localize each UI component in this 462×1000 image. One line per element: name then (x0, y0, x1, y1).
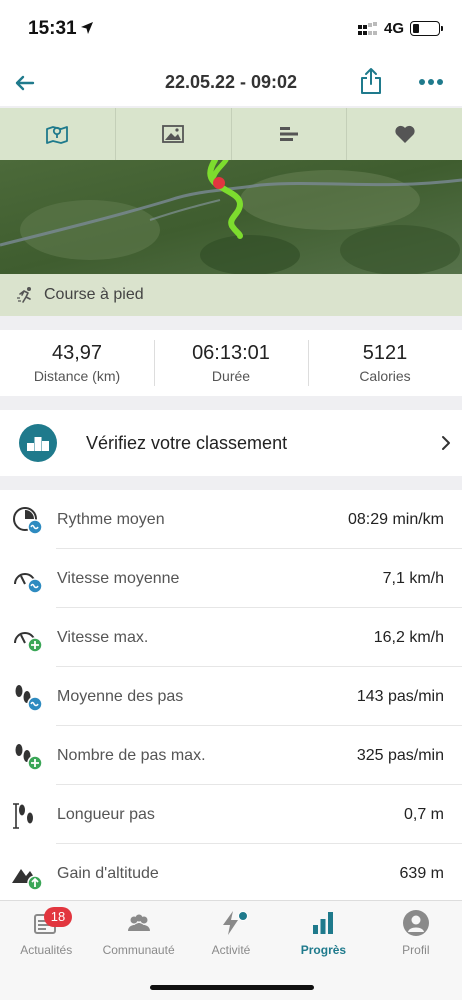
activity-type-bar: Course à pied (0, 274, 462, 316)
metric-row: Moyenne des pas 143 pas/min (0, 667, 462, 726)
lightning-icon (223, 911, 239, 935)
news-badge: 18 (44, 907, 72, 927)
ranking-label: Vérifiez votre classement (86, 433, 288, 453)
profile-icon (402, 910, 429, 936)
metric-row: Longueur pas 0,7 m (0, 785, 462, 844)
progress-bars-icon (313, 912, 334, 934)
metric-row: Rythme moyen 08:29 min/km (0, 490, 462, 549)
heart-icon (395, 125, 415, 143)
status-bar: 15:31 4G (0, 0, 462, 60)
battery-icon (410, 21, 443, 36)
tab-map[interactable] (0, 108, 116, 160)
metric-row: Vitesse moyenne 7,1 km/h (0, 549, 462, 608)
location-arrow-icon (81, 22, 93, 34)
nav-header: 22.05.22 - 09:02 (0, 60, 462, 106)
duration-label: Durée (211, 368, 251, 384)
distance-label: Distance (km) (33, 368, 121, 384)
network-type: 4G (383, 20, 404, 37)
summary-stats: 43,97 Distance (km) 06:13:01 Durée 5121 … (0, 330, 462, 396)
metrics-list: Rythme moyen 08:29 min/km Vitesse moyenn… (0, 490, 462, 900)
calories-value: 5121 (362, 342, 408, 364)
speed-max-icon (14, 632, 43, 653)
share-icon[interactable] (358, 66, 384, 96)
altitude-gain-icon (12, 869, 43, 891)
pace-avg-icon (13, 507, 43, 535)
page-title: 22.05.22 - 09:02 (164, 72, 298, 92)
more-options-icon[interactable] (416, 70, 446, 94)
activity-type-label: Course à pied (44, 286, 144, 303)
bottom-nav: 18 Actualités Communauté Activité Progrè… (0, 900, 462, 1000)
calories-stat: 5121 Calories (308, 330, 462, 396)
duration-stat: 06:13:01 Durée (154, 330, 308, 396)
community-icon (127, 914, 150, 931)
status-time: 15:31 (28, 18, 77, 39)
steps-avg-icon (15, 685, 43, 712)
detail-tabs (0, 108, 462, 160)
bar-chart-icon (279, 127, 298, 141)
metric-row: Nombre de pas max. 325 pas/min (0, 726, 462, 785)
route-start-marker (213, 177, 225, 189)
photo-icon (162, 125, 185, 143)
home-indicator (150, 985, 314, 990)
tab-charts[interactable] (232, 108, 348, 160)
signal-icon (357, 21, 377, 35)
nav-activity[interactable]: Activité (185, 901, 277, 967)
distance-value: 43,97 (51, 342, 103, 364)
nav-progress[interactable]: Progrès (277, 901, 369, 967)
tab-photos[interactable] (116, 108, 232, 160)
route-map[interactable] (0, 160, 462, 274)
nav-profile[interactable]: Profil (370, 901, 462, 967)
distance-stat: 43,97 Distance (km) (0, 330, 154, 396)
tab-likes[interactable] (347, 108, 462, 160)
steps-max-icon (15, 744, 43, 771)
map-icon (46, 126, 69, 144)
nav-community[interactable]: Communauté (92, 901, 249, 967)
podium-icon (19, 424, 57, 462)
duration-value: 06:13:01 (192, 342, 270, 364)
step-length-icon (13, 803, 33, 829)
calories-label: Calories (359, 368, 411, 384)
running-icon (17, 287, 31, 303)
metric-row: Vitesse max. 16,2 km/h (0, 608, 462, 667)
speed-avg-icon (14, 573, 43, 594)
satellite-map (0, 160, 462, 274)
nav-news[interactable]: 18 Actualités (0, 901, 92, 967)
ranking-row[interactable]: Vérifiez votre classement (0, 410, 462, 476)
metric-row: Gain d'altitude 639 m (0, 844, 462, 900)
chevron-right-icon (442, 436, 450, 450)
